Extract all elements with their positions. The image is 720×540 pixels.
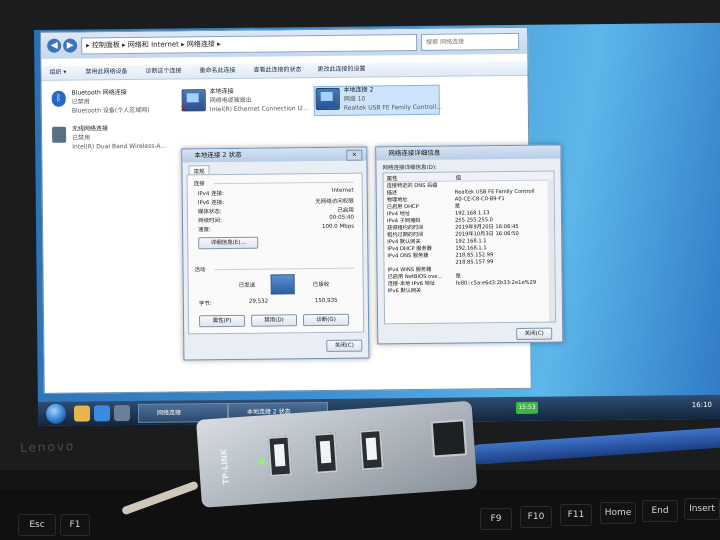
bytes-sent: 29,532 bbox=[248, 298, 269, 305]
row-value: 无网络访问权限 bbox=[315, 198, 354, 206]
details-subtitle: 网络连接详细信息(D): bbox=[382, 164, 437, 172]
disconnected-x-icon: ✕ bbox=[179, 104, 188, 115]
start-button[interactable] bbox=[45, 403, 67, 424]
dialog-title: 网络连接详细信息 bbox=[376, 145, 561, 161]
key-f10[interactable]: F10 bbox=[520, 506, 552, 528]
hub-brand: TP-LINK bbox=[219, 448, 231, 485]
row-value: Internet bbox=[331, 187, 354, 194]
row-label: IPv4 连接: bbox=[197, 191, 225, 198]
browser-icon[interactable] bbox=[93, 405, 111, 422]
usb-port[interactable] bbox=[313, 432, 338, 474]
divider bbox=[213, 181, 354, 185]
usb-port[interactable] bbox=[267, 435, 293, 477]
bytes-received: 150,935 bbox=[314, 297, 338, 305]
command-bar: 组织 ▾ 禁用此网络设备 诊断这个连接 重命名此连接 查看此连接的状态 更改此连… bbox=[41, 60, 528, 81]
key-f1[interactable]: F1 bbox=[60, 514, 90, 536]
col-value: 值 bbox=[455, 175, 462, 182]
general-panel: 连接 IPv4 连接: Internet IPv6 连接: 无网络访问权限 媒体… bbox=[186, 172, 365, 335]
forward-icon[interactable]: ▶ bbox=[63, 38, 78, 53]
received-label: 已接收 bbox=[312, 281, 330, 289]
ethernet-port[interactable] bbox=[430, 419, 468, 458]
app-icon[interactable] bbox=[113, 405, 131, 422]
group-connection-label: 连接 bbox=[193, 181, 205, 188]
list-header: 属性 值 bbox=[383, 171, 554, 183]
hub-led bbox=[258, 459, 265, 465]
details-list[interactable]: 属性 值 连接特定的 DNS 后缀 描述 Realtek USB FE Famil… bbox=[382, 170, 557, 325]
folder-icon[interactable] bbox=[73, 405, 91, 422]
details-button[interactable]: 详细信息(E)... bbox=[198, 236, 259, 250]
connection-device: Bluetooth 设备(个人区域网) bbox=[71, 106, 150, 115]
change-settings-command[interactable]: 更改此连接的设置 bbox=[317, 63, 365, 78]
divider bbox=[214, 267, 355, 271]
rename-command[interactable]: 重命名此连接 bbox=[199, 64, 235, 78]
diagnose-command[interactable]: 诊断这个连接 bbox=[145, 64, 181, 78]
close-button[interactable]: 关闭(C) bbox=[516, 327, 553, 340]
key-esc[interactable]: Esc bbox=[18, 514, 56, 536]
group-activity-label: 活动 bbox=[194, 267, 206, 274]
network-adapter-icon bbox=[315, 87, 340, 111]
bluetooth-icon: ᛒ bbox=[51, 90, 66, 107]
organize-menu[interactable]: 组织 ▾ bbox=[49, 66, 66, 80]
key-home[interactable]: Home bbox=[600, 502, 636, 524]
address-bar[interactable]: ▸ 控制面板 ▸ 网络和 Internet ▸ 网络连接 ▸ bbox=[81, 33, 418, 55]
connection-device: Intel(R) Ethernet Connection I2... bbox=[209, 105, 309, 114]
wireless-icon bbox=[52, 126, 67, 143]
row-label: 持续时间: bbox=[197, 218, 222, 225]
back-icon[interactable]: ◀ bbox=[47, 38, 62, 53]
properties-button[interactable]: 属性(P) bbox=[198, 314, 246, 328]
keyboard: Esc F1 F9 F10 F11 Home End Insert bbox=[0, 490, 720, 540]
key-end[interactable]: End bbox=[642, 500, 678, 522]
row-value: 100.0 Mbps bbox=[321, 223, 355, 230]
sent-label: 已发送 bbox=[238, 282, 256, 289]
row-value: 已启用 bbox=[337, 207, 354, 214]
laptop-brand: Lenovo bbox=[19, 439, 76, 455]
connection-device: Intel(R) Dual Band Wireless-A... bbox=[72, 142, 167, 151]
network-activity-icon bbox=[270, 274, 295, 295]
key-f9[interactable]: F9 bbox=[480, 508, 512, 530]
close-button[interactable]: 关闭(C) bbox=[326, 339, 363, 352]
bytes-label: 字节: bbox=[198, 301, 212, 308]
list-item: IPv6 默认网关 bbox=[387, 287, 422, 295]
dialog-title: 本地连接 2 状态 bbox=[182, 147, 367, 163]
connection-rows: IPv4 连接: Internet IPv6 连接: 无网络访问权限 媒体状态:… bbox=[198, 188, 354, 234]
row-label: IPv6 连接: bbox=[197, 200, 225, 207]
laptop-screen: ◀ ▶ ▸ 控制面板 ▸ 网络和 Internet ▸ 网络连接 ▸ 搜索 网络… bbox=[34, 22, 720, 426]
connection-details-dialog: 网络连接详细信息 网络连接详细信息(D): 属性 值 连接特定的 DNS 后缀 … bbox=[375, 144, 564, 345]
key-insert[interactable]: Insert bbox=[684, 498, 720, 520]
view-status-command[interactable]: 查看此连接的状态 bbox=[253, 63, 301, 78]
row-label: 速度: bbox=[198, 227, 211, 234]
tray-badge[interactable]: 15:53 bbox=[515, 401, 539, 414]
address-bar-area: ◀ ▶ ▸ 控制面板 ▸ 网络和 Internet ▸ 网络连接 ▸ 搜索 网络… bbox=[41, 27, 528, 59]
row-value: 00:05:40 bbox=[329, 214, 355, 221]
diagnose-button[interactable]: 诊断(G) bbox=[302, 313, 350, 327]
search-input[interactable]: 搜索 网络连接 bbox=[421, 32, 520, 51]
search-placeholder: 搜索 网络连接 bbox=[426, 38, 465, 46]
col-property: 属性 bbox=[386, 176, 398, 183]
disable-device-command[interactable]: 禁用此网络设备 bbox=[85, 65, 127, 79]
key-f11[interactable]: F11 bbox=[560, 504, 592, 526]
disable-button[interactable]: 禁用(D) bbox=[250, 314, 298, 327]
connection-status-dialog: 本地连接 2 状态 ✕ 常规 连接 IPv4 连接: Internet IPv6… bbox=[181, 146, 370, 361]
clock[interactable]: 16:10 bbox=[692, 401, 712, 409]
usb-port[interactable] bbox=[359, 429, 384, 471]
scrollbar[interactable] bbox=[547, 179, 556, 322]
row-label: 媒体状态: bbox=[197, 209, 222, 216]
details-rows: 连接特定的 DNS 后缀 描述 Realtek USB FE Family Con… bbox=[387, 182, 550, 296]
connection-device: Realtek USB FE Family Controll... bbox=[343, 103, 442, 112]
close-icon[interactable]: ✕ bbox=[346, 149, 363, 161]
